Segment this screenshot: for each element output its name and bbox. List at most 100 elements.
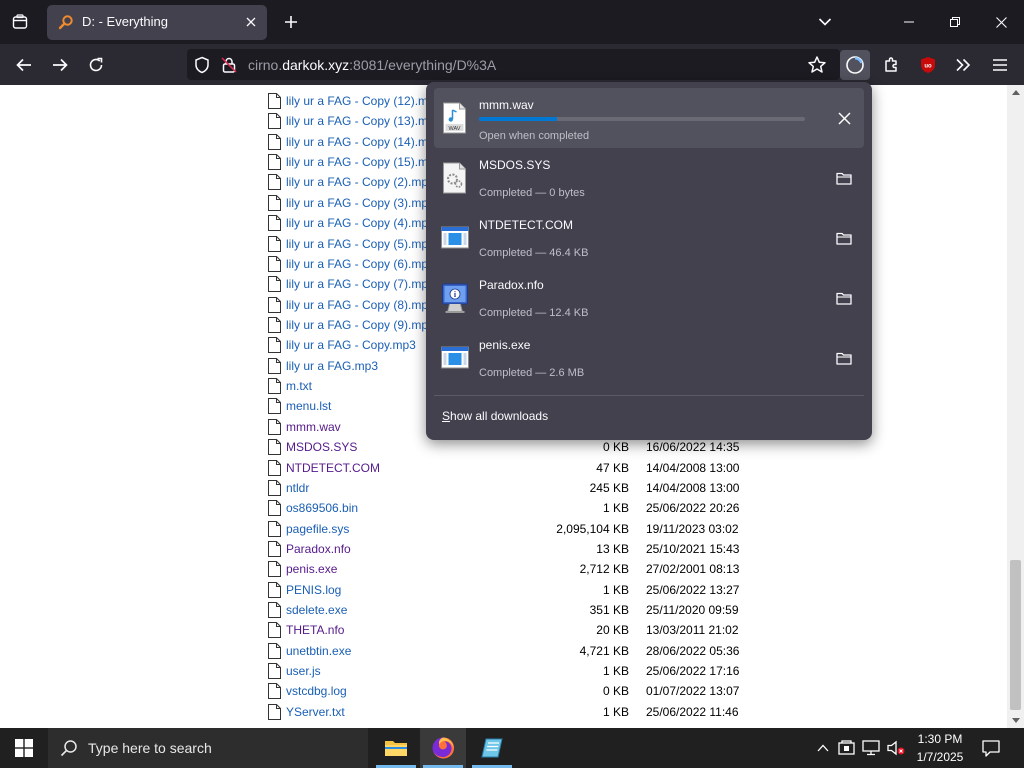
document-icon [268, 194, 281, 211]
forward-button[interactable] [45, 50, 75, 80]
notifications-button[interactable] [978, 736, 1004, 760]
file-name-link[interactable]: lily ur a FAG - Copy (6).mp [286, 257, 428, 271]
file-name-link[interactable]: lily ur a FAG - Copy (14).m [286, 135, 428, 149]
show-in-folder-button[interactable] [832, 167, 856, 189]
network-button[interactable] [861, 738, 881, 758]
file-name-link[interactable]: vstcdbg.log [286, 684, 347, 698]
download-progress-fill [479, 117, 558, 121]
taskbar-search-box[interactable]: Type here to search [48, 728, 368, 768]
overflow-menu-button[interactable] [948, 50, 978, 80]
file-name-link[interactable]: m.txt [286, 379, 312, 393]
tracking-protection-shield-icon[interactable] [193, 56, 211, 74]
window-restore-button[interactable] [932, 0, 978, 44]
list-all-tabs-button[interactable] [812, 9, 838, 35]
search-placeholder: Type here to search [88, 740, 212, 756]
scroll-thumb[interactable] [1010, 560, 1021, 710]
show-in-folder-button[interactable] [832, 227, 856, 249]
file-name-link[interactable]: sdelete.exe [286, 603, 347, 617]
app-menu-button[interactable] [985, 50, 1015, 80]
file-name-link[interactable]: lily ur a FAG - Copy (15).m [286, 155, 428, 169]
download-item[interactable]: MSDOS.SYS Completed — 0 bytes [434, 148, 864, 208]
ublock-origin-button[interactable]: uo [913, 50, 943, 80]
document-icon [268, 459, 281, 476]
file-name-link[interactable]: os869506.bin [286, 501, 358, 515]
url-subdomain: cirno. [248, 57, 283, 73]
file-date-modified: 28/06/2022 05:36 [646, 643, 740, 658]
file-name-link[interactable]: lily ur a FAG - Copy (13).m [286, 114, 428, 128]
download-item[interactable]: i Paradox.nfo Completed — 12.4 KB [434, 268, 864, 328]
show-in-folder-button[interactable] [832, 347, 856, 369]
file-name-link[interactable]: lily ur a FAG - Copy (4).mp [286, 216, 428, 230]
file-size: 47 KB [596, 460, 629, 475]
file-name-link[interactable]: NTDETECT.COM [286, 461, 380, 475]
arrow-right-icon [53, 58, 68, 72]
start-button[interactable] [0, 728, 48, 768]
file-name-link[interactable]: lily ur a FAG - Copy (9).mp [286, 318, 428, 332]
scroll-down-button[interactable] [1007, 713, 1024, 727]
volume-button[interactable] [886, 738, 906, 758]
file-name-link[interactable]: lily ur a FAG.mp3 [286, 359, 378, 373]
show-hidden-icons-button[interactable] [813, 738, 833, 758]
file-name-link[interactable]: mmm.wav [286, 420, 341, 434]
taskbar-clock[interactable]: 1:30 PM 1/7/2025 [910, 731, 970, 767]
file-name-link[interactable]: pagefile.sys [286, 522, 349, 536]
firefox-view-button[interactable] [6, 8, 34, 36]
file-name-link[interactable]: lily ur a FAG - Copy.mp3 [286, 338, 416, 352]
browser-tab[interactable]: D: - Everything [47, 5, 267, 40]
file-name-link[interactable]: YServer.txt [286, 705, 345, 719]
page-scrollbar[interactable] [1007, 85, 1024, 728]
close-icon [246, 17, 256, 27]
folder-outline-icon [836, 172, 852, 185]
file-name-link[interactable]: user.js [286, 664, 321, 678]
document-icon [268, 276, 281, 293]
file-name-link[interactable]: ntldr [286, 481, 309, 495]
file-date-modified: 25/06/2022 13:27 [646, 582, 740, 597]
reload-button[interactable] [81, 50, 111, 80]
firefox-icon [432, 737, 455, 759]
download-item[interactable]: penis.exe Completed — 2.6 MB [434, 328, 864, 388]
file-name-link[interactable]: lily ur a FAG - Copy (8).mp [286, 298, 428, 312]
tray-app-button[interactable] [837, 738, 857, 758]
url-bar[interactable]: cirno.darkok.xyz:8081/everything/D%3A [187, 49, 840, 80]
file-date-modified: 14/04/2008 13:00 [646, 460, 740, 475]
downloads-button[interactable] [840, 50, 870, 80]
file-name-link[interactable]: menu.lst [286, 399, 331, 413]
file-name-link[interactable]: lily ur a FAG - Copy (7).mp [286, 277, 428, 291]
file-name-link[interactable]: THETA.nfo [286, 623, 344, 637]
window-minimize-button[interactable] [886, 0, 932, 44]
taskbar-firefox[interactable] [420, 728, 466, 768]
new-tab-button[interactable] [278, 8, 304, 36]
cancel-download-button[interactable] [832, 107, 856, 129]
document-icon [268, 357, 281, 374]
document-icon [268, 296, 281, 313]
taskbar-app[interactable] [469, 728, 515, 768]
downloads-panel: WAV mmm.wav Open when completed MSDOS.SYS Co… [426, 82, 872, 440]
tab-close-button[interactable] [242, 13, 260, 31]
file-name-link[interactable]: lily ur a FAG - Copy (2).mp [286, 175, 428, 189]
download-item[interactable]: NTDETECT.COM Completed — 46.4 KB [434, 208, 864, 268]
file-name-link[interactable]: penis.exe [286, 562, 337, 576]
file-name-link[interactable]: unetbtin.exe [286, 644, 351, 658]
show-all-downloads-button[interactable]: Show all downloads [442, 409, 548, 423]
document-icon [268, 317, 281, 333]
file-name-link[interactable]: MSDOS.SYS [286, 440, 357, 454]
extensions-button[interactable] [877, 50, 907, 80]
download-status: Completed — 0 bytes [479, 187, 585, 199]
file-date-modified: 13/03/2011 21:02 [646, 623, 739, 638]
back-button[interactable] [9, 50, 39, 80]
file-row: YServer.txt 1 KB 25/06/2022 11:46 [0, 702, 1007, 722]
scroll-up-button[interactable] [1007, 85, 1024, 99]
file-name-link[interactable]: PENIS.log [286, 583, 341, 597]
taskbar-file-explorer[interactable] [373, 728, 419, 768]
downloads-separator [434, 395, 864, 396]
file-name-link[interactable]: lily ur a FAG - Copy (3).mp [286, 196, 428, 210]
star-icon[interactable] [807, 55, 827, 75]
file-name-link[interactable]: lily ur a FAG - Copy (5).mp [286, 237, 428, 251]
file-size: 2,095,104 KB [556, 521, 629, 536]
file-name-link[interactable]: Paradox.nfo [286, 542, 351, 556]
lock-icon[interactable] [220, 56, 238, 74]
download-item[interactable]: WAV mmm.wav Open when completed [434, 88, 864, 148]
window-close-button[interactable] [978, 0, 1024, 44]
show-in-folder-button[interactable] [832, 287, 856, 309]
file-name-link[interactable]: lily ur a FAG - Copy (12).m [286, 94, 428, 108]
